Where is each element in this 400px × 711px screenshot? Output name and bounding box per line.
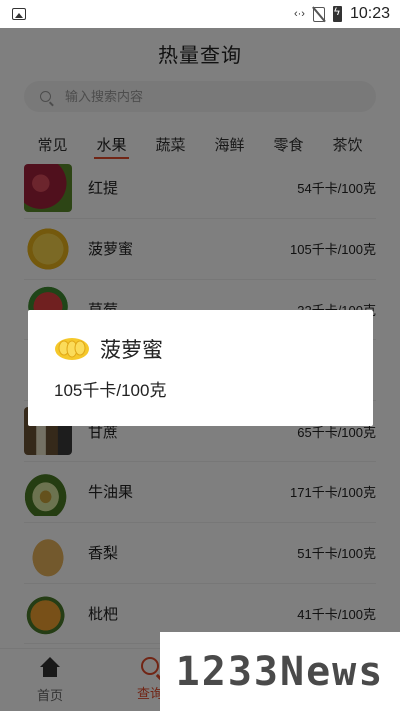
food-detail-dialog: 菠萝蜜 105千卡/100克 — [28, 310, 373, 426]
watermark: 1233News — [160, 632, 400, 711]
dialog-title: 菠萝蜜 — [100, 339, 163, 362]
dialog-calories: 105千卡/100克 — [54, 381, 167, 400]
signal-icon: ‹·› — [293, 8, 305, 20]
no-sim-icon — [312, 6, 325, 22]
dialog-header: 菠萝蜜 — [54, 334, 347, 364]
jackfruit-icon — [55, 338, 89, 360]
image-icon — [12, 8, 26, 20]
battery-charging-icon — [332, 6, 342, 22]
status-bar: ‹·› 10:23 — [0, 0, 400, 28]
status-time: 10:23 — [349, 5, 390, 22]
